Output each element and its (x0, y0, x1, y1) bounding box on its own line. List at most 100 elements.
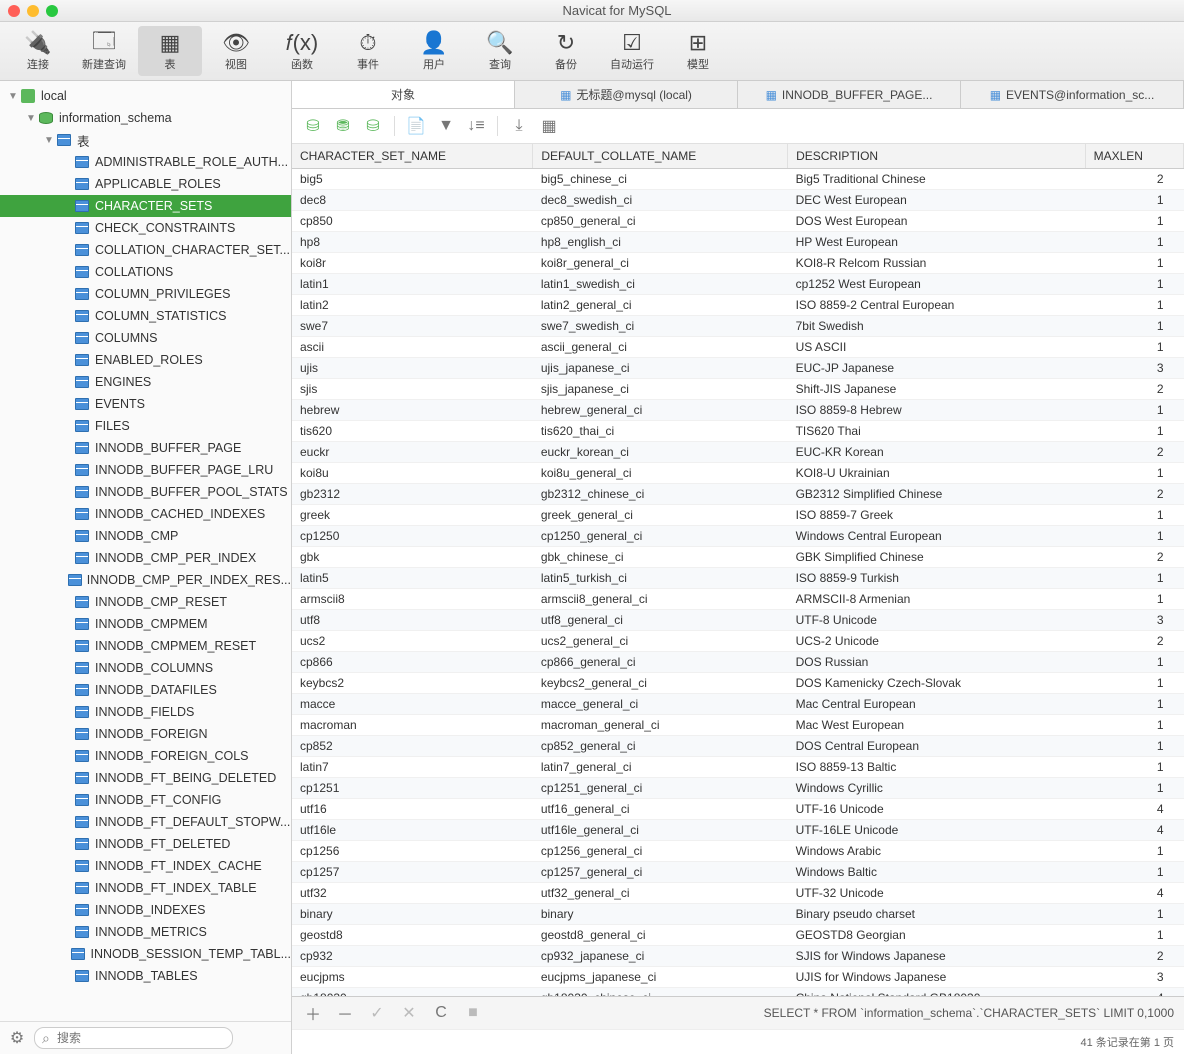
cell[interactable]: 2 (1085, 379, 1183, 400)
tree-table[interactable]: ADMINISTRABLE_ROLE_AUTH... (0, 151, 291, 173)
cell[interactable]: 3 (1085, 610, 1183, 631)
cell[interactable]: gbk_chinese_ci (533, 547, 788, 568)
cell[interactable]: utf16_general_ci (533, 799, 788, 820)
close-window-icon[interactable] (8, 5, 20, 17)
cell[interactable]: gb18030 (292, 988, 533, 997)
tree-table[interactable]: INNODB_FT_DELETED (0, 833, 291, 855)
table-row[interactable]: cp932cp932_japanese_ciSJIS for Windows J… (292, 946, 1184, 967)
cell[interactable]: cp1250 (292, 526, 533, 547)
cell[interactable]: ISO 8859-13 Baltic (788, 757, 1086, 778)
table-row[interactable]: sjissjis_japanese_ciShift-JIS Japanese2 (292, 379, 1184, 400)
cell[interactable]: greek_general_ci (533, 505, 788, 526)
cell[interactable]: cp1252 West European (788, 274, 1086, 295)
tree-table[interactable]: INNODB_CACHED_INDEXES (0, 503, 291, 525)
cell[interactable]: EUC-KR Korean (788, 442, 1086, 463)
cell[interactable]: Windows Cyrillic (788, 778, 1086, 799)
cell[interactable]: 1 (1085, 925, 1183, 946)
cell[interactable]: hebrew_general_ci (533, 400, 788, 421)
tree-table[interactable]: INNODB_CMP_PER_INDEX_RES... (0, 569, 291, 591)
cell[interactable]: macroman_general_ci (533, 715, 788, 736)
cell[interactable]: cp866_general_ci (533, 652, 788, 673)
cell[interactable]: ujis (292, 358, 533, 379)
cell[interactable]: GEOSTD8 Georgian (788, 925, 1086, 946)
cell[interactable]: UTF-16 Unicode (788, 799, 1086, 820)
cell[interactable]: Big5 Traditional Chinese (788, 169, 1086, 190)
table-row[interactable]: gbkgbk_chinese_ciGBK Simplified Chinese2 (292, 547, 1184, 568)
tab[interactable]: ▦INNODB_BUFFER_PAGE... (738, 81, 961, 108)
tree-table[interactable]: INNODB_FT_DEFAULT_STOPW... (0, 811, 291, 833)
cell[interactable]: cp866 (292, 652, 533, 673)
table-row[interactable]: utf16utf16_general_ciUTF-16 Unicode4 (292, 799, 1184, 820)
tab[interactable]: ▦无标题@mysql (local) (515, 81, 738, 108)
cell[interactable]: cp850 (292, 211, 533, 232)
cell[interactable]: cp1257_general_ci (533, 862, 788, 883)
cell[interactable]: DOS West European (788, 211, 1086, 232)
cell[interactable]: swe7 (292, 316, 533, 337)
table-row[interactable]: armscii8armscii8_general_ciARMSCII-8 Arm… (292, 589, 1184, 610)
add-row-icon[interactable]: ＋ (302, 1002, 324, 1024)
table-row[interactable]: cp1257cp1257_general_ciWindows Baltic1 (292, 862, 1184, 883)
toolbar-模型[interactable]: ⊞模型 (666, 26, 730, 76)
table-row[interactable]: maccemacce_general_ciMac Central Europea… (292, 694, 1184, 715)
cell[interactable]: 4 (1085, 799, 1183, 820)
cell[interactable]: latin2_general_ci (533, 295, 788, 316)
design-table-icon[interactable]: ⛃ (332, 115, 354, 137)
cell[interactable]: eucjpms (292, 967, 533, 988)
cell[interactable]: macroman (292, 715, 533, 736)
tree-table[interactable]: INNODB_DATAFILES (0, 679, 291, 701)
import-icon[interactable]: 📄 (405, 115, 427, 137)
tree-table[interactable]: ENGINES (0, 371, 291, 393)
cell[interactable]: 1 (1085, 589, 1183, 610)
toolbar-表[interactable]: ▦表 (138, 26, 202, 76)
table-row[interactable]: utf8utf8_general_ciUTF-8 Unicode3 (292, 610, 1184, 631)
table-row[interactable]: utf16leutf16le_general_ciUTF-16LE Unicod… (292, 820, 1184, 841)
column-header[interactable]: DEFAULT_COLLATE_NAME (533, 144, 788, 169)
cell[interactable]: armscii8_general_ci (533, 589, 788, 610)
cell[interactable]: 2 (1085, 484, 1183, 505)
cell[interactable]: utf16le_general_ci (533, 820, 788, 841)
cell[interactable]: 2 (1085, 547, 1183, 568)
cell[interactable]: 1 (1085, 862, 1183, 883)
cell[interactable]: 1 (1085, 568, 1183, 589)
column-header[interactable]: DESCRIPTION (788, 144, 1086, 169)
cell[interactable]: 1 (1085, 736, 1183, 757)
tree-table[interactable]: COLLATION_CHARACTER_SET... (0, 239, 291, 261)
sort-icon[interactable]: ↓≡ (465, 115, 487, 137)
tab[interactable]: 对象 (292, 81, 515, 108)
table-row[interactable]: cp1251cp1251_general_ciWindows Cyrillic1 (292, 778, 1184, 799)
cell[interactable]: sjis_japanese_ci (533, 379, 788, 400)
apply-icon[interactable]: ✓ (366, 1002, 388, 1024)
cell[interactable]: 1 (1085, 715, 1183, 736)
cell[interactable]: keybcs2 (292, 673, 533, 694)
cell[interactable]: gbk (292, 547, 533, 568)
cell[interactable]: 4 (1085, 883, 1183, 904)
table-row[interactable]: big5big5_chinese_ciBig5 Traditional Chin… (292, 169, 1184, 190)
cell[interactable]: utf16 (292, 799, 533, 820)
cell[interactable]: keybcs2_general_ci (533, 673, 788, 694)
tree-table[interactable]: COLLATIONS (0, 261, 291, 283)
cell[interactable]: 1 (1085, 337, 1183, 358)
sidebar-settings-icon[interactable]: ⚙ (6, 1027, 28, 1049)
cell[interactable]: big5_chinese_ci (533, 169, 788, 190)
cell[interactable]: latin1 (292, 274, 533, 295)
cell[interactable]: latin7_general_ci (533, 757, 788, 778)
cell[interactable]: koi8u_general_ci (533, 463, 788, 484)
table-row[interactable]: ujisujis_japanese_ciEUC-JP Japanese3 (292, 358, 1184, 379)
cell[interactable]: 1 (1085, 190, 1183, 211)
cell[interactable]: cp1257 (292, 862, 533, 883)
cell[interactable]: utf8 (292, 610, 533, 631)
cell[interactable]: 4 (1085, 820, 1183, 841)
table-row[interactable]: cp850cp850_general_ciDOS West European1 (292, 211, 1184, 232)
tree-table[interactable]: INNODB_CMPMEM (0, 613, 291, 635)
table-row[interactable]: geostd8geostd8_general_ciGEOSTD8 Georgia… (292, 925, 1184, 946)
tree-table[interactable]: APPLICABLE_ROLES (0, 173, 291, 195)
cell[interactable]: hp8 (292, 232, 533, 253)
cell[interactable]: 2 (1085, 946, 1183, 967)
table-row[interactable]: swe7swe7_swedish_ci7bit Swedish1 (292, 316, 1184, 337)
toolbar-用户[interactable]: 👤用户 (402, 26, 466, 76)
cell[interactable]: sjis (292, 379, 533, 400)
cell[interactable]: Windows Central European (788, 526, 1086, 547)
toolbar-事件[interactable]: ⏱事件 (336, 26, 400, 76)
cell[interactable]: Windows Arabic (788, 841, 1086, 862)
tree-table[interactable]: INNODB_CMP (0, 525, 291, 547)
